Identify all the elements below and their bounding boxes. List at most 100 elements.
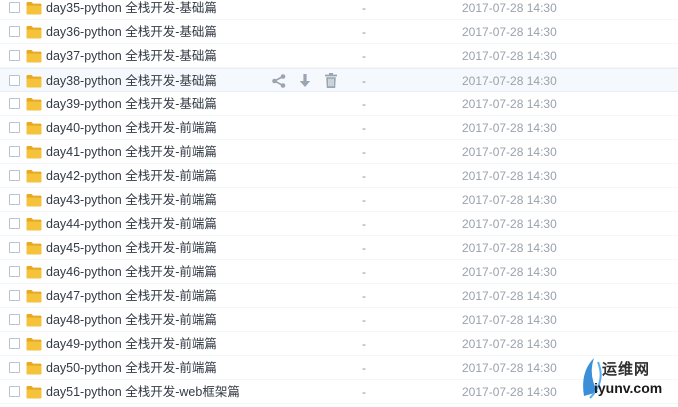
row-checkbox[interactable] xyxy=(9,386,20,397)
file-modified-date: 2017-07-28 14:30 xyxy=(462,289,557,303)
file-size: - xyxy=(362,289,366,303)
file-name[interactable]: day45-python 全栈开发-前端篇 xyxy=(46,240,217,256)
row-checkbox[interactable] xyxy=(9,2,20,13)
folder-icon xyxy=(26,218,42,231)
file-modified-date: 2017-07-28 14:30 xyxy=(462,337,557,351)
file-size: - xyxy=(362,385,366,399)
file-row[interactable]: day46-python 全栈开发-前端篇 - 2017-07-28 14:30 xyxy=(0,260,678,284)
folder-icon xyxy=(26,2,42,15)
file-size: - xyxy=(362,169,366,183)
file-list: day35-python 全栈开发-基础篇 - 2017-07-28 14:30… xyxy=(0,0,678,405)
file-row[interactable]: day47-python 全栈开发-前端篇 - 2017-07-28 14:30 xyxy=(0,284,678,308)
row-checkbox[interactable] xyxy=(9,122,20,133)
download-icon[interactable] xyxy=(296,72,314,90)
folder-icon xyxy=(26,26,42,39)
watermark-logo: 运维网 iyunv.com xyxy=(576,352,676,402)
file-name[interactable]: day43-python 全栈开发-前端篇 xyxy=(46,192,217,208)
file-modified-date: 2017-07-28 14:30 xyxy=(462,121,557,135)
file-modified-date: 2017-07-28 14:30 xyxy=(462,193,557,207)
file-modified-date: 2017-07-28 14:30 xyxy=(462,361,557,375)
file-row[interactable]: day45-python 全栈开发-前端篇 - 2017-07-28 14:30 xyxy=(0,236,678,260)
file-size: - xyxy=(362,361,366,375)
file-name[interactable]: day40-python 全栈开发-前端篇 xyxy=(46,120,217,136)
file-name[interactable]: day38-python 全栈开发-基础篇 xyxy=(46,73,217,89)
file-size: - xyxy=(362,265,366,279)
file-name[interactable]: day48-python 全栈开发-前端篇 xyxy=(46,312,217,328)
folder-icon xyxy=(26,242,42,255)
file-modified-date: 2017-07-28 14:30 xyxy=(462,25,557,39)
row-checkbox[interactable] xyxy=(9,75,20,86)
row-checkbox[interactable] xyxy=(9,290,20,301)
row-checkbox[interactable] xyxy=(9,338,20,349)
file-name[interactable]: day41-python 全栈开发-前端篇 xyxy=(46,144,217,160)
row-checkbox[interactable] xyxy=(9,242,20,253)
file-row[interactable]: day42-python 全栈开发-前端篇 - 2017-07-28 14:30 xyxy=(0,164,678,188)
row-checkbox[interactable] xyxy=(9,26,20,37)
file-row[interactable]: day43-python 全栈开发-前端篇 - 2017-07-28 14:30 xyxy=(0,188,678,212)
file-row[interactable]: day41-python 全栈开发-前端篇 - 2017-07-28 14:30 xyxy=(0,140,678,164)
row-checkbox[interactable] xyxy=(9,50,20,61)
folder-icon xyxy=(26,386,42,399)
folder-icon xyxy=(26,266,42,279)
file-row[interactable]: day37-python 全栈开发-基础篇 - 2017-07-28 14:30 xyxy=(0,44,678,68)
file-size: - xyxy=(362,25,366,39)
file-name[interactable]: day37-python 全栈开发-基础篇 xyxy=(46,48,217,64)
folder-icon xyxy=(26,170,42,183)
row-checkbox[interactable] xyxy=(9,362,20,373)
folder-icon xyxy=(26,122,42,135)
folder-icon xyxy=(26,314,42,327)
folder-icon xyxy=(26,146,42,159)
row-actions xyxy=(270,72,340,90)
watermark-text-top: 运维网 xyxy=(602,361,651,378)
row-checkbox[interactable] xyxy=(9,170,20,181)
file-name[interactable]: day47-python 全栈开发-前端篇 xyxy=(46,288,217,304)
row-checkbox[interactable] xyxy=(9,98,20,109)
file-name[interactable]: day49-python 全栈开发-前端篇 xyxy=(46,336,217,352)
file-size: - xyxy=(362,193,366,207)
folder-icon xyxy=(26,338,42,351)
file-name[interactable]: day42-python 全栈开发-前端篇 xyxy=(46,168,217,184)
file-size: - xyxy=(362,337,366,351)
file-modified-date: 2017-07-28 14:30 xyxy=(462,74,557,88)
folder-icon xyxy=(26,194,42,207)
delete-icon[interactable] xyxy=(322,72,340,90)
file-size: - xyxy=(362,97,366,111)
file-size: - xyxy=(362,241,366,255)
file-modified-date: 2017-07-28 14:30 xyxy=(462,49,557,63)
row-checkbox[interactable] xyxy=(9,266,20,277)
file-size: - xyxy=(362,313,366,327)
file-modified-date: 2017-07-28 14:30 xyxy=(462,385,557,399)
file-modified-date: 2017-07-28 14:30 xyxy=(462,265,557,279)
file-row[interactable]: day48-python 全栈开发-前端篇 - 2017-07-28 14:30 xyxy=(0,308,678,332)
file-name[interactable]: day46-python 全栈开发-前端篇 xyxy=(46,264,217,280)
file-size: - xyxy=(362,49,366,63)
file-row[interactable]: day44-python 全栈开发-前端篇 - 2017-07-28 14:30 xyxy=(0,212,678,236)
file-modified-date: 2017-07-28 14:30 xyxy=(462,313,557,327)
row-checkbox[interactable] xyxy=(9,194,20,205)
file-name[interactable]: day39-python 全栈开发-基础篇 xyxy=(46,96,217,112)
folder-icon xyxy=(26,50,42,63)
file-size: - xyxy=(362,1,366,15)
folder-icon xyxy=(26,98,42,111)
file-name[interactable]: day35-python 全栈开发-基础篇 xyxy=(46,0,217,16)
file-modified-date: 2017-07-28 14:30 xyxy=(462,97,557,111)
file-row[interactable]: day38-python 全栈开发-基础篇 - 2017-07-28 14:30 xyxy=(0,68,678,92)
file-modified-date: 2017-07-28 14:30 xyxy=(462,145,557,159)
folder-icon xyxy=(26,290,42,303)
file-row[interactable]: day39-python 全栈开发-基础篇 - 2017-07-28 14:30 xyxy=(0,92,678,116)
row-checkbox[interactable] xyxy=(9,218,20,229)
file-name[interactable]: day51-python 全栈开发-web框架篇 xyxy=(46,384,240,400)
file-name[interactable]: day50-python 全栈开发-前端篇 xyxy=(46,360,217,376)
share-icon[interactable] xyxy=(270,72,288,90)
file-row[interactable]: day36-python 全栈开发-基础篇 - 2017-07-28 14:30 xyxy=(0,20,678,44)
file-modified-date: 2017-07-28 14:30 xyxy=(462,217,557,231)
watermark-text-bottom: iyunv.com xyxy=(594,380,663,396)
file-row[interactable]: day35-python 全栈开发-基础篇 - 2017-07-28 14:30 xyxy=(0,0,678,20)
folder-icon xyxy=(26,75,42,88)
row-checkbox[interactable] xyxy=(9,314,20,325)
folder-icon xyxy=(26,362,42,375)
file-row[interactable]: day40-python 全栈开发-前端篇 - 2017-07-28 14:30 xyxy=(0,116,678,140)
file-name[interactable]: day36-python 全栈开发-基础篇 xyxy=(46,24,217,40)
row-checkbox[interactable] xyxy=(9,146,20,157)
file-name[interactable]: day44-python 全栈开发-前端篇 xyxy=(46,216,217,232)
